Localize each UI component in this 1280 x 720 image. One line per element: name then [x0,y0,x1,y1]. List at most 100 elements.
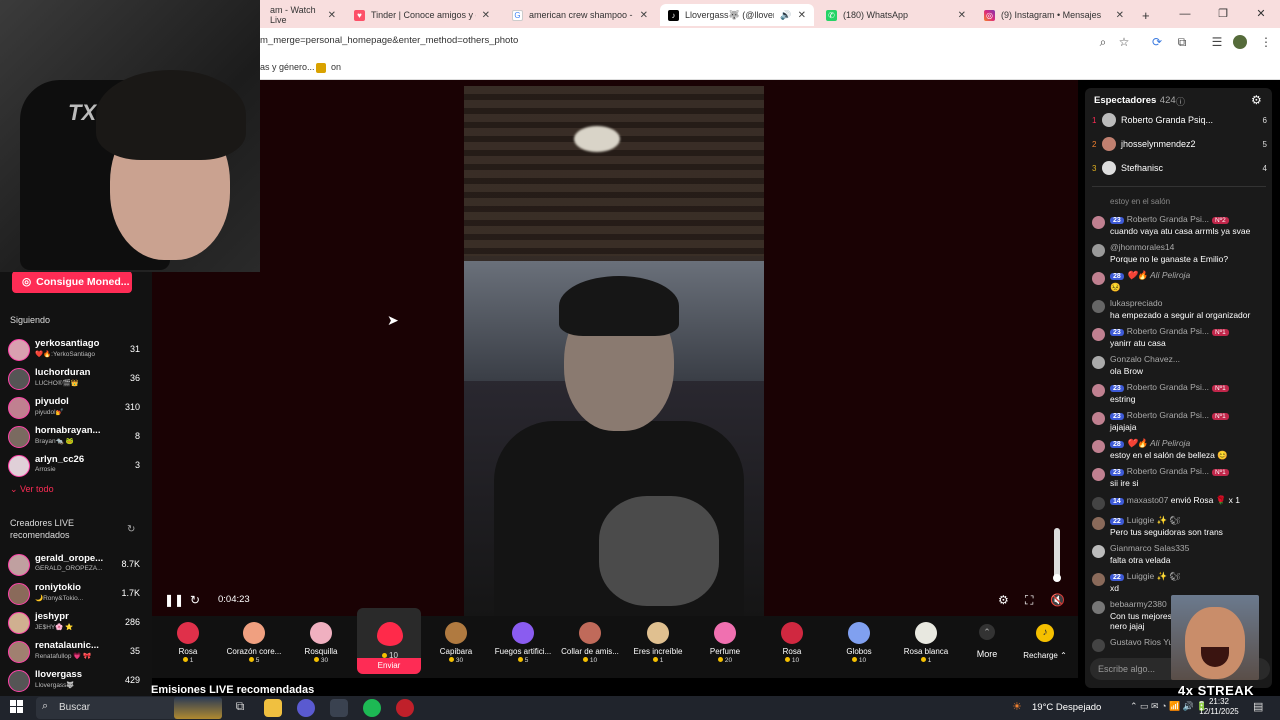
info-icon[interactable]: ⓘ [1176,95,1185,108]
viewer-count: 310 [124,402,140,412]
close-window-button[interactable]: ✕ [1242,0,1280,28]
recommended-lives-heading: Emisiones LIVE recomendadas [151,684,315,696]
chrome-icon[interactable] [330,699,348,717]
gift-item[interactable]: Capibara 30 [423,622,489,672]
taskbar-clock[interactable]: 21:32 12/11/2025 [1198,697,1240,717]
username[interactable]: Roberto Granda Psi... [1127,326,1209,336]
zoom-icon[interactable]: ⌕ [1095,34,1111,50]
new-tab-button[interactable]: + [1134,4,1154,26]
following-account[interactable]: luchorduran LUCHO®🎬👑 36 [8,366,144,392]
username[interactable]: Roberto Granda Psi... [1127,214,1209,224]
file-explorer-icon[interactable] [264,699,282,717]
close-icon[interactable]: ✕ [482,10,490,21]
gift-item[interactable]: Perfume 20 [692,622,758,672]
minimize-button[interactable]: — [1166,0,1204,28]
gift-item[interactable]: Globos 10 [826,622,892,672]
get-coins-button[interactable]: ◎ Consigue Moned... [12,271,132,293]
volume-knob[interactable] [1053,574,1061,582]
username[interactable]: Roberto Granda Psi... [1127,382,1209,392]
fullscreen-button[interactable]: ⛶ [1025,593,1033,608]
refresh-icon[interactable]: ↻ [127,524,135,535]
volume-slider[interactable] [1053,528,1061,582]
gift-item[interactable]: Rosquilla 30 [288,622,354,672]
gift-item[interactable]: Collar de amis... 10 [557,622,623,672]
gift-item[interactable]: Corazón core... 5 [221,622,287,672]
reading-list-icon[interactable]: ☰ [1209,34,1225,50]
tab-tinder[interactable]: ♥ Tinder | Conoce amigos y gent ✕ [346,4,498,26]
spotify-icon[interactable] [363,699,381,717]
obs-icon[interactable] [396,699,414,717]
star-icon[interactable]: ☆ [1116,34,1132,50]
recommended-account[interactable]: jeshypr JE$HY🌸 ⭐ 286 [8,610,144,636]
following-account[interactable]: hornabrayan... Brayan🐀 🐸 8 [8,424,144,450]
username[interactable]: lukaspreciado [1110,298,1162,308]
rank-badge: Nº1 [1212,385,1229,392]
send-gift-button[interactable]: Enviar [357,658,421,674]
top-viewer[interactable]: 2 jhosselynmendez2 5 [1092,136,1270,156]
avatar [8,554,30,576]
maximize-button[interactable]: ❐ [1204,0,1242,28]
avatar [8,339,30,361]
username[interactable]: bebaarmy2380 [1110,599,1167,609]
task-view-icon[interactable]: ⧉ [231,699,249,717]
gift-item[interactable]: Rosa blanca 1 [893,622,959,672]
gift-item[interactable]: Eres increíble 1 [625,622,691,672]
extension-refresh-icon[interactable]: ⟳ [1149,34,1165,50]
tab-instagram[interactable]: ◎ (9) Instagram • Mensajes ✕ [976,4,1132,26]
username[interactable]: Gonzalo Chavez... [1110,354,1180,364]
refresh-video-button[interactable]: ↻ [190,593,200,607]
windows-start-icon[interactable] [10,700,24,714]
recharge-button[interactable]: ♪ Recharge ⌃ [1022,624,1068,660]
following-account[interactable]: arlyn_cc26 Arrosie 3 [8,453,144,479]
bookmark-item[interactable]: on [331,62,341,72]
profile-avatar[interactable] [1233,35,1247,49]
gift-item[interactable]: Fuegos artifici... 5 [490,622,556,672]
notifications-icon[interactable]: ▤ [1253,700,1263,713]
recommended-account[interactable]: gerald_orope... GERALD_OROPEZA... 8.7K [8,552,144,578]
recommended-account[interactable]: renatalaunic... Renatafullop 💗 🎀 35 [8,639,144,665]
username[interactable]: Roberto Granda Psi... [1127,410,1209,420]
viewer-count: 286 [124,617,140,627]
top-viewer[interactable]: 1 Roberto Granda Psiq... 6 [1092,112,1270,132]
see-all-link[interactable]: ⌄ Ver todo [10,484,54,495]
username[interactable]: ❤️🔥 Ali Peliroja [1127,270,1190,280]
puzzle-icon[interactable]: ⧉ [1174,34,1190,50]
following-account[interactable]: yerkosantiago ❤️🔥:YerkoSantiago 31 [8,337,144,363]
discord-icon[interactable] [297,699,315,717]
username[interactable]: Gustavo Rios Yu... [1110,637,1180,647]
top-viewer[interactable]: 3 Stefhanisc 4 [1092,160,1270,180]
username[interactable]: Gianmarco Salas335 [1110,543,1189,553]
username[interactable]: ❤️🔥 Ali Peliroja [1127,438,1190,448]
close-icon[interactable]: ✕ [798,10,806,21]
mute-button[interactable]: 🔇 [1050,593,1065,607]
username[interactable]: Luiggie [1127,515,1154,525]
more-gifts-button[interactable]: ⌃ More [975,624,999,659]
tab-twitch[interactable]: am - Watch Live ✕ [262,4,344,26]
close-icon[interactable]: ✕ [640,10,648,21]
tab-tiktok[interactable]: ♪ Llovergass🐺 (@llovergass 🔊 ✕ [660,4,814,26]
tab-google[interactable]: G american crew shampoo - Busc ✕ [504,4,656,26]
speaker-icon[interactable]: 🔊 [780,10,791,21]
pause-button[interactable]: ❚❚ [164,593,184,607]
bookmark-item[interactable]: as y género... [260,62,315,72]
gift-item[interactable]: Rosa 10 [759,622,825,672]
following-account[interactable]: piyudol piyudol💅 310 [8,395,144,421]
account-subtitle: 🌙Rony&Tokio... [35,595,84,602]
recommended-account[interactable]: roniytokio 🌙Rony&Tokio... 1.7K [8,581,144,607]
chat-input-placeholder: Escribe algo... [1098,664,1156,674]
username[interactable]: @jhonmorales14 [1110,242,1174,252]
settings-icon[interactable]: ⚙ [998,593,1009,607]
close-icon[interactable]: ✕ [328,10,336,21]
menu-icon[interactable]: ⋮ [1258,34,1274,50]
gift-item[interactable]: Rosa 1 [155,622,221,672]
chat-settings-icon[interactable]: ⚙ [1251,93,1262,107]
close-icon[interactable]: ✕ [958,10,966,21]
tab-whatsapp[interactable]: ✆ (180) WhatsApp ✕ [818,4,974,26]
recommended-account[interactable]: llovergass Llovergass🐺 429 [8,668,144,694]
username[interactable]: Roberto Granda Psi... [1127,466,1209,476]
url-field[interactable]: m_merge=personal_homepage&enter_method=o… [260,35,518,46]
username[interactable]: maxasto07 [1127,495,1169,505]
system-tray-icons[interactable]: ⌃ ▭ ✉ ◔ 📶 🔊 🔋 [1130,701,1208,712]
username[interactable]: Luiggie [1127,571,1154,581]
close-icon[interactable]: ✕ [1116,10,1124,21]
